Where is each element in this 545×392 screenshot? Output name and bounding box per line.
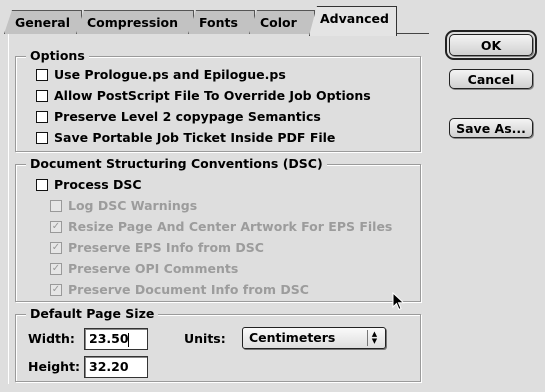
tab-color[interactable]: Color <box>249 10 315 34</box>
option-preserve-copypage[interactable]: Preserve Level 2 copypage Semantics <box>36 109 321 124</box>
tab-advanced[interactable]: Advanced <box>309 6 397 36</box>
height-input[interactable]: 32.20 <box>84 356 148 378</box>
check-icon: ✓ <box>50 283 62 296</box>
tab-general[interactable]: General <box>4 10 82 34</box>
option-allow-override[interactable]: Allow PostScript File To Override Job Op… <box>36 88 371 103</box>
units-select[interactable]: Centimeters ▲ ▼ <box>242 327 386 349</box>
text-caret <box>127 332 129 347</box>
option-label: Preserve Document Info from DSC <box>68 282 309 297</box>
check-icon: ✓ <box>50 262 62 275</box>
checkbox[interactable] <box>36 68 48 81</box>
tab-bar: General Compression Fonts Color Advanced <box>4 4 424 36</box>
page-size-group: Default Page Size Width: 23.50 Units: Ce… <box>15 306 421 382</box>
height-label: Height: <box>28 359 81 374</box>
mouse-pointer-icon <box>392 292 405 311</box>
option-label: Preserve OPI Comments <box>68 261 239 276</box>
save-as-button[interactable]: Save As... <box>449 118 533 138</box>
option-label: Preserve EPS Info from DSC <box>68 240 264 255</box>
cancel-button[interactable]: Cancel <box>449 69 533 89</box>
option-label: Allow PostScript File To Override Job Op… <box>54 88 371 103</box>
width-label: Width: <box>28 331 75 346</box>
tab-fonts[interactable]: Fonts <box>188 10 255 34</box>
option-process-dsc[interactable]: Process DSC <box>36 177 142 192</box>
width-input[interactable]: 23.50 <box>84 328 148 350</box>
option-label: Save Portable Job Ticket Inside PDF File <box>54 130 336 145</box>
units-label: Units: <box>184 331 226 346</box>
option-label: Use Prologue.ps and Epilogue.ps <box>54 67 286 82</box>
advanced-panel: Options Use Prologue.ps and Epilogue.ps … <box>8 34 428 384</box>
option-preserve-eps-info: ✓ Preserve EPS Info from DSC <box>50 240 264 255</box>
checkbox[interactable] <box>36 89 48 102</box>
check-icon: ✓ <box>50 220 62 233</box>
option-save-job-ticket[interactable]: Save Portable Job Ticket Inside PDF File <box>36 130 335 145</box>
width-value: 23.50 <box>89 331 129 346</box>
dsc-group-title: Document Structuring Conventions (DSC) <box>26 156 327 171</box>
option-label: Log DSC Warnings <box>68 198 198 213</box>
options-group: Options Use Prologue.ps and Epilogue.ps … <box>15 48 421 152</box>
option-resize-page: ✓ Resize Page And Center Artwork For EPS… <box>50 219 392 234</box>
option-preserve-doc-info: ✓ Preserve Document Info from DSC <box>50 282 309 297</box>
job-options-dialog: General Compression Fonts Color Advanced… <box>0 0 545 392</box>
option-label: Process DSC <box>54 177 142 192</box>
updown-arrows-icon: ▲ ▼ <box>367 330 381 346</box>
arrow-down-icon: ▼ <box>371 337 378 345</box>
option-label: Resize Page And Center Artwork For EPS F… <box>68 219 393 234</box>
option-log-dsc-warnings: Log DSC Warnings <box>50 198 197 213</box>
checkbox <box>50 199 62 212</box>
check-icon: ✓ <box>50 241 62 254</box>
checkbox[interactable] <box>36 131 48 144</box>
option-label: Preserve Level 2 copypage Semantics <box>54 109 321 124</box>
options-group-title: Options <box>26 48 89 63</box>
height-value: 32.20 <box>89 359 129 374</box>
units-value: Centimeters <box>249 330 336 345</box>
checkbox[interactable] <box>36 178 48 191</box>
dsc-group: Document Structuring Conventions (DSC) P… <box>15 156 421 302</box>
tab-compression[interactable]: Compression <box>76 10 194 34</box>
checkbox[interactable] <box>36 110 48 123</box>
ok-button[interactable]: OK <box>445 30 537 60</box>
option-use-prologue[interactable]: Use Prologue.ps and Epilogue.ps <box>36 67 286 82</box>
page-size-group-title: Default Page Size <box>26 306 159 321</box>
option-preserve-opi: ✓ Preserve OPI Comments <box>50 261 238 276</box>
